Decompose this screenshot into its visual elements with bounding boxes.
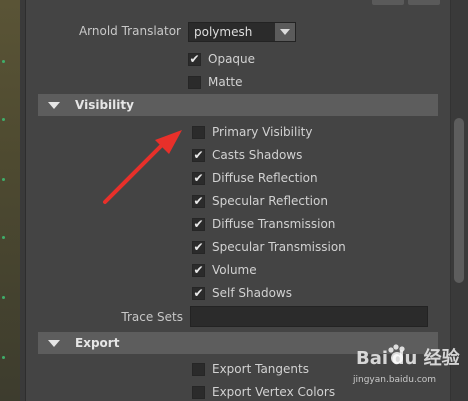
trace-sets-input[interactable] (190, 306, 428, 327)
checkbox-opaque[interactable]: ✔ Opaque (188, 49, 255, 69)
checkbox-label: Diffuse Reflection (212, 171, 318, 185)
section-header-visibility[interactable]: Visibility (38, 94, 438, 116)
checkbox-label: Self Shadows (212, 286, 292, 300)
checkbox[interactable]: ✔ (192, 286, 205, 300)
checkbox[interactable] (192, 362, 205, 376)
checkbox[interactable]: ✔ (192, 217, 205, 231)
checkbox-label: Casts Shadows (212, 148, 303, 162)
checkbox[interactable] (192, 125, 205, 139)
viewport-dot (2, 60, 5, 63)
viewport-dot (2, 296, 5, 299)
checkbox-label: Specular Reflection (212, 194, 328, 208)
checkbox[interactable] (192, 385, 205, 399)
section-title: Visibility (75, 98, 134, 112)
checkbox[interactable]: ✔ (192, 171, 205, 185)
checkbox[interactable] (188, 75, 201, 89)
checkbox-label: Export Vertex Colors (212, 385, 336, 399)
checkbox-export-vertex-colors[interactable]: Export Vertex Colors (192, 382, 335, 401)
watermark-url: jingyan.baidu.com (353, 375, 437, 385)
checkbox[interactable]: ✔ (192, 148, 205, 162)
checkbox-specular-transmission[interactable]: ✔ Specular Transmission (192, 237, 346, 257)
top-button[interactable] (408, 0, 440, 5)
checkbox-label: Specular Transmission (212, 240, 346, 254)
checkbox-specular-reflection[interactable]: ✔ Specular Reflection (192, 191, 328, 211)
watermark-text: Bai du 经验 (356, 348, 460, 369)
baidu-jingyan-watermark: Bai du 经验 jingyan.baidu.com (350, 342, 460, 394)
checkbox[interactable]: ✔ (188, 52, 201, 66)
viewport-edge (0, 0, 20, 401)
section-title: Export (75, 336, 120, 350)
checkbox-diffuse-reflection[interactable]: ✔ Diffuse Reflection (192, 168, 318, 188)
checkbox-label: Export Tangents (212, 362, 309, 376)
checkbox-volume[interactable]: ✔ Volume (192, 260, 257, 280)
arnold-translator-label: Arnold Translator (78, 24, 181, 38)
checkbox-self-shadows[interactable]: ✔ Self Shadows (192, 283, 292, 303)
viewport-dot (2, 356, 5, 359)
checkbox-label: Matte (208, 75, 243, 89)
checkbox-matte[interactable]: Matte (188, 72, 243, 92)
arnold-translator-dropdown[interactable]: polymesh (188, 22, 296, 42)
top-button-row (372, 0, 440, 5)
collapse-triangle-icon[interactable] (48, 339, 60, 347)
checkbox[interactable]: ✔ (192, 263, 205, 277)
viewport-dot (2, 118, 5, 121)
checkbox-label: Volume (212, 263, 257, 277)
checkbox-casts-shadows[interactable]: ✔ Casts Shadows (192, 145, 302, 165)
checkbox-label: Diffuse Transmission (212, 217, 336, 231)
checkbox-diffuse-transmission[interactable]: ✔ Diffuse Transmission (192, 214, 335, 234)
checkbox-primary-visibility[interactable]: Primary Visibility (192, 122, 312, 142)
chevron-down-icon[interactable] (275, 23, 295, 41)
viewport-dot (2, 236, 5, 239)
checkbox-label: Primary Visibility (212, 125, 313, 139)
viewport-dot (2, 178, 5, 181)
checkbox-export-tangents[interactable]: Export Tangents (192, 359, 309, 379)
checkbox-label: Opaque (208, 52, 256, 66)
checkbox[interactable]: ✔ (192, 240, 205, 254)
trace-sets-label: Trace Sets (121, 310, 183, 324)
scrollbar-thumb[interactable] (454, 118, 464, 283)
top-button[interactable] (372, 0, 404, 5)
checkbox[interactable]: ✔ (192, 194, 205, 208)
arnold-translator-value: polymesh (194, 25, 253, 39)
collapse-triangle-icon[interactable] (48, 101, 60, 109)
